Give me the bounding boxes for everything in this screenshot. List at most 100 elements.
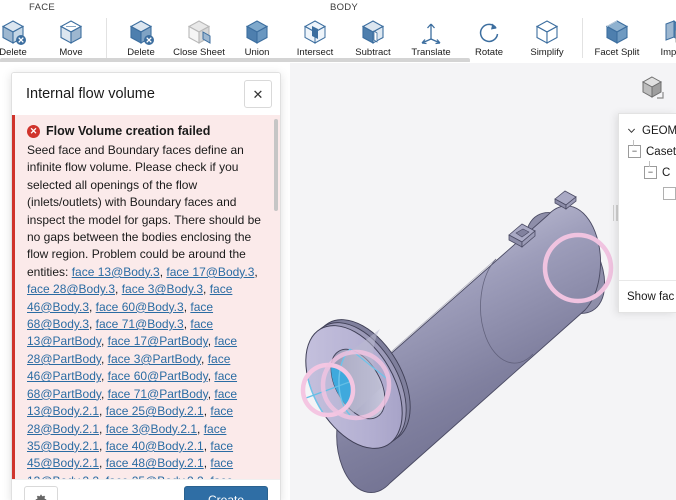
entity-separator: , xyxy=(99,421,106,436)
imprint-icon xyxy=(660,18,676,46)
entity-separator: , xyxy=(89,317,96,332)
entity-separator: , xyxy=(203,282,210,297)
ribbon-group-title: BODY xyxy=(329,2,359,13)
tree-row[interactable]: − C xyxy=(619,161,676,183)
ribbon-button-label: Intersect xyxy=(296,47,334,58)
error-heading: Flow Volume creation failed xyxy=(46,124,211,138)
translate-axes-icon xyxy=(416,18,446,46)
ribbon-button-label: Move xyxy=(59,47,83,58)
entity-link[interactable]: face 60@PartBody xyxy=(108,369,208,383)
entity-link[interactable]: face 3@Body.2.1 xyxy=(106,422,197,436)
ribbon-button-intersect[interactable]: Intersect xyxy=(286,17,344,58)
ribbon-button-union[interactable]: Union xyxy=(228,17,286,58)
entity-link[interactable]: face 28@Body.3 xyxy=(27,282,115,296)
entity-link[interactable]: face 13@Body.3 xyxy=(72,265,160,279)
entity-link[interactable]: face 48@Body.2.1 xyxy=(106,456,204,470)
entity-link[interactable]: face 17@Body.3 xyxy=(166,265,254,279)
intersect-icon xyxy=(300,18,330,46)
error-alert: ✕ Flow Volume creation failed Seed face … xyxy=(12,115,280,479)
model-tree-list: GEOM − Caset − C xyxy=(619,114,676,204)
entity-separator: , xyxy=(101,386,108,401)
entity-link[interactable]: face 60@Body.3 xyxy=(96,300,184,314)
entity-link[interactable]: face 3@Body.3 xyxy=(122,282,203,296)
entity-separator: , xyxy=(254,264,258,279)
entity-separator: , xyxy=(99,438,106,453)
gear-icon[interactable] xyxy=(24,486,58,500)
create-button[interactable]: Create xyxy=(184,486,268,500)
rotate-arrow-icon xyxy=(474,18,504,46)
cube-move-icon xyxy=(56,18,86,46)
ribbon-button-close-sheet[interactable]: Close Sheet xyxy=(170,17,228,58)
dialog-header: Internal flow volume ✕ xyxy=(12,73,280,115)
scrollbar-thumb[interactable] xyxy=(274,119,278,211)
show-faces-toggle[interactable]: Show fac xyxy=(619,280,676,312)
view-cube-icon[interactable] xyxy=(638,73,666,101)
ribbon-group-model: MODEL Facet Split Imprint xyxy=(582,0,676,62)
ribbon-button-label: Imprint xyxy=(660,47,676,58)
tree-checkbox[interactable] xyxy=(663,187,676,200)
entity-separator: , xyxy=(197,421,204,436)
facet-split-icon xyxy=(602,18,632,46)
tree-row[interactable]: GEOM xyxy=(619,120,676,141)
entity-link[interactable]: face 3@PartBody xyxy=(108,352,201,366)
tree-expander-collapse-icon[interactable]: − xyxy=(628,140,641,158)
ribbon-button-delete[interactable]: Delete xyxy=(112,17,170,58)
ribbon-button-label: Close Sheet xyxy=(173,47,225,58)
ribbon-button-rotate[interactable]: Rotate xyxy=(460,17,518,58)
ribbon-button-label: Facet Split xyxy=(594,47,640,58)
entity-separator: , xyxy=(101,334,108,349)
entity-separator: , xyxy=(101,351,108,366)
ribbon-group-items: Delete Close Sheet Union Intersect Subtr… xyxy=(112,17,576,58)
error-intro-text: Seed face and Boundary faces define an i… xyxy=(27,143,261,279)
tree-row-label: GEOM xyxy=(642,124,676,137)
ribbon-group-items: Facet Split Imprint xyxy=(588,17,676,58)
ribbon-button-label: Simplify xyxy=(530,47,564,58)
entity-link[interactable]: face 40@Body.2.1 xyxy=(106,439,204,453)
ribbon-button-facet-split[interactable]: Facet Split xyxy=(588,17,646,58)
dialog-vertical-scrollbar[interactable] xyxy=(274,119,278,479)
tree-row-label: Caset xyxy=(646,145,676,158)
subtract-icon xyxy=(358,18,388,46)
application-window: FACE Delete Move BODY Delete Close Sheet… xyxy=(0,0,676,500)
simplify-icon xyxy=(532,18,562,46)
ribbon-button-move[interactable]: Move xyxy=(42,17,100,58)
union-icon xyxy=(242,18,272,46)
tree-expander-collapse-icon[interactable]: − xyxy=(644,161,657,179)
chevron-down-icon[interactable] xyxy=(625,124,638,137)
entity-link[interactable]: face 71@PartBody xyxy=(108,387,208,401)
entity-link[interactable]: face 71@Body.3 xyxy=(96,317,184,331)
ribbon-button-delete[interactable]: Delete xyxy=(0,17,42,58)
entity-link[interactable]: face 17@PartBody xyxy=(108,334,208,348)
entity-separator: , xyxy=(101,369,108,384)
close-sheet-icon xyxy=(184,18,214,46)
tree-row-label: C xyxy=(662,166,671,179)
pipe-boss-2[interactable] xyxy=(554,190,577,210)
error-message-body: Seed face and Boundary faces define an i… xyxy=(27,142,264,479)
ribbon-button-label: Translate xyxy=(411,47,451,58)
tree-row[interactable]: − Caset xyxy=(619,140,676,162)
close-icon[interactable]: ✕ xyxy=(244,80,272,108)
ribbon-button-imprint[interactable]: Imprint xyxy=(646,17,676,58)
ribbon-group-title: FACE xyxy=(28,2,55,13)
ribbon-button-label: Delete xyxy=(127,47,155,58)
error-entity-links: face 13@Body.3, face 17@Body.3, face 28@… xyxy=(27,265,258,479)
ribbon-button-translate[interactable]: Translate xyxy=(402,17,460,58)
entity-separator: , xyxy=(99,456,106,471)
model-tree-panel: GEOM − Caset − C Show fac xyxy=(618,113,676,313)
ribbon-button-simplify[interactable]: Simplify xyxy=(518,17,576,58)
entity-link[interactable]: face 25@Body.2.1 xyxy=(106,404,204,418)
ribbon-button-subtract[interactable]: Subtract xyxy=(344,17,402,58)
ribbon-group-items: Delete Move xyxy=(0,17,100,58)
entity-link[interactable]: face 25@Body.2.2 xyxy=(106,474,204,479)
show-faces-label: Show fac xyxy=(627,290,675,303)
internal-flow-volume-dialog: Internal flow volume ✕ ✕ Flow Volume cre… xyxy=(11,72,281,500)
ribbon-button-label: Union xyxy=(244,47,270,58)
error-title-row: ✕ Flow Volume creation failed xyxy=(27,124,264,138)
handle-bar xyxy=(612,205,614,221)
ribbon-button-label: Rotate xyxy=(475,47,503,58)
tree-row[interactable] xyxy=(619,183,676,204)
entity-separator: , xyxy=(99,474,106,479)
cube-delete-icon xyxy=(0,18,28,46)
ribbon-button-label: Subtract xyxy=(355,47,391,58)
entity-separator: , xyxy=(201,351,208,366)
